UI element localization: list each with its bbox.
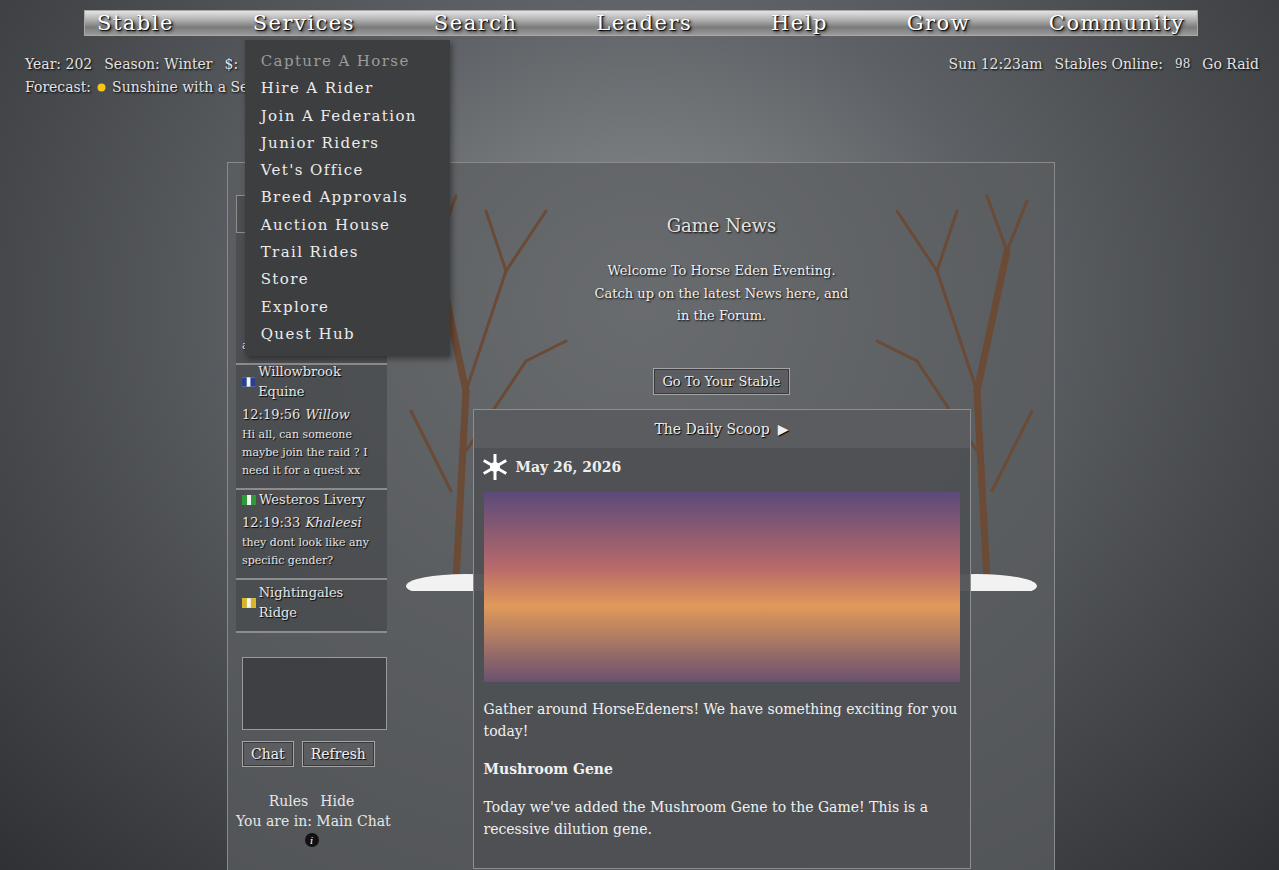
news-paragraph: Today we've added the Mushroom Gene to t… [484, 796, 960, 840]
news-banner [484, 492, 960, 682]
services-menu: Capture A HorseHire A RiderJoin A Federa… [245, 40, 450, 356]
money: $: [225, 54, 239, 74]
nav-item[interactable]: Leaders [596, 11, 692, 35]
season: Season: Winter [104, 54, 212, 74]
chat-input[interactable] [242, 657, 387, 730]
raid-link[interactable]: Go Raid [1202, 54, 1259, 74]
stable-button[interactable]: Go To Your Stable [653, 368, 789, 395]
nav-item[interactable]: Help [771, 11, 828, 35]
menu-item[interactable]: Trail Rides [261, 239, 450, 266]
year: Year: 202 [25, 54, 92, 74]
nav-item[interactable]: Stable [97, 11, 174, 35]
scoop-header[interactable]: The Daily Scoop▶ [474, 410, 970, 448]
page: Stable ServicesCapture A HorseHire A Ride… [0, 0, 1279, 870]
flag-icon [242, 598, 256, 608]
daily-scoop: The Daily Scoop▶May 26, 2026 Gather aroun… [473, 409, 971, 869]
scoop-date: May 26, 2026 [474, 448, 970, 482]
online-label: Stables Online: [1055, 54, 1163, 74]
sun-icon [96, 82, 107, 93]
nav-item[interactable]: ServicesCapture A HorseHire A RiderJoin … [253, 11, 355, 35]
menu-item[interactable]: Explore [261, 294, 450, 321]
online-count: 98 [1175, 54, 1190, 74]
news-paragraph: Mushroom Gene [484, 758, 960, 780]
forecast: Forecast:Sunshine with a Se [0, 77, 1279, 97]
chat-link[interactable]: Rules [269, 793, 309, 809]
chat-message: Nightingales Ridge [236, 580, 387, 633]
menu-item[interactable]: Hire A Rider [261, 75, 450, 102]
menu-item[interactable]: Vet's Office [261, 157, 450, 184]
menu-item[interactable]: Auction House [261, 212, 450, 239]
flag-icon [242, 495, 256, 505]
news-title: Game News [667, 215, 777, 236]
nav-item[interactable]: Search [434, 11, 518, 35]
menu-item[interactable]: Join A Federation [261, 103, 450, 130]
chat-button[interactable]: Chat [242, 741, 294, 767]
menu-item[interactable]: Breed Approvals [261, 184, 450, 211]
chat-room: You are in: Main Chat [236, 813, 387, 829]
news-intro: Welcome To Horse Eden Eventing. Catch up… [592, 260, 852, 328]
chat-link[interactable]: Hide [320, 793, 354, 809]
chat-message: Westeros Livery12:19:33Khaleesithey dont… [236, 490, 387, 580]
news-panel: Game News Welcome To Horse Eden Eventing.… [396, 163, 1047, 870]
menu-item[interactable]: Capture A Horse [261, 48, 450, 75]
clock: Sun 12:23am [949, 54, 1043, 74]
menu-item[interactable]: Junior Riders [261, 130, 450, 157]
chat-message: Willowbrook Equine12:19:56WillowHi all, … [236, 365, 387, 490]
nav-item[interactable]: Grow [907, 11, 970, 35]
nav-bar: Stable ServicesCapture A HorseHire A Ride… [84, 10, 1198, 36]
status-row: Year: 202 Season: Winter $: Sun 12:23am Stab… [0, 54, 1279, 74]
flag-icon [242, 377, 255, 387]
menu-item[interactable]: Store [261, 266, 450, 293]
snowflake-icon [480, 452, 510, 482]
chat-button[interactable]: Refresh [302, 741, 375, 767]
info-icon[interactable]: i [305, 833, 319, 847]
menu-item[interactable]: Quest Hub [261, 321, 450, 348]
nav-item[interactable]: Community [1049, 11, 1185, 35]
news-paragraph: Gather around HorseEdeners! We have some… [484, 698, 960, 742]
